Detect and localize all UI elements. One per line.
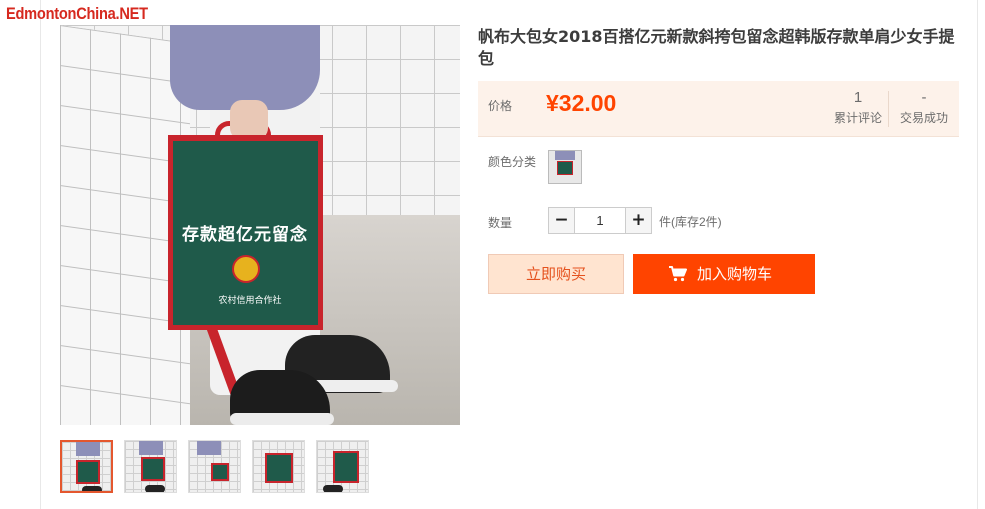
thumbnail-2[interactable] [124, 440, 177, 493]
image-bag-print: 存款超亿元留念 [182, 225, 308, 245]
product-title: 帆布大包女2018百搭亿元新款斜挎包留念超韩版存款单肩少女手提包 [478, 27, 955, 68]
add-to-cart-label: 加入购物车 [697, 265, 773, 283]
thumbnail-strip [60, 440, 369, 493]
stat-divider [888, 91, 889, 127]
review-count: 1 [853, 89, 863, 106]
sales-count-label: 交易成功 [899, 111, 948, 125]
swatch-top [555, 151, 575, 160]
thumbnail-5[interactable] [316, 440, 369, 493]
thumbnail-3[interactable] [188, 440, 241, 493]
site-logo[interactable]: EdmontonChina.NET [6, 4, 148, 24]
thumbnail-shoe [145, 485, 165, 492]
quantity-increase-button[interactable]: + [625, 207, 652, 234]
main-product-image[interactable]: 存款超亿元留念 农村信用合作社 [60, 25, 460, 425]
thumbnail-top [139, 441, 163, 455]
image-hand [230, 100, 268, 140]
thumbnail-1[interactable] [60, 440, 113, 493]
quantity-decrease-button[interactable]: − [548, 207, 575, 234]
buy-now-button[interactable]: 立即购买 [488, 254, 624, 294]
review-count-stat[interactable]: 1 累计评论 [828, 89, 888, 126]
image-bag-seal [232, 255, 260, 283]
thumbnail-bag [211, 463, 229, 481]
thumbnail-top [197, 441, 221, 455]
price-label: 价格 [488, 99, 513, 113]
thumbnail-4[interactable] [252, 440, 305, 493]
price-panel: 价格 ¥32.00 1 累计评论 - 交易成功 [478, 81, 959, 137]
price-value: ¥32.00 [546, 90, 617, 116]
quantity-stepper: − 1 + [548, 207, 652, 234]
color-option-swatch[interactable] [548, 150, 582, 184]
thumbnail-bag [76, 460, 100, 484]
thumbnail-bag [141, 457, 165, 481]
product-page: EdmontonChina.NET 存款超亿元留念 农村信用合作社 帆布大包女2… [0, 0, 985, 509]
thumbnail-bag [333, 451, 359, 483]
image-sleeve [170, 25, 320, 110]
review-count-label: 累计评论 [833, 111, 882, 125]
quantity-input[interactable]: 1 [575, 207, 625, 234]
sales-count-stat: - 交易成功 [892, 89, 956, 126]
image-shoe-left-sole [230, 413, 334, 425]
stock-text: 件(库存2件) [659, 215, 722, 229]
image-bag-subprint: 农村信用合作社 [218, 295, 282, 305]
quantity-label: 数量 [488, 216, 513, 230]
thumbnail-bag [265, 453, 293, 483]
sales-count: - [921, 89, 927, 106]
add-to-cart-button[interactable]: 加入购物车 [633, 254, 815, 294]
thumbnail-shoe [323, 485, 343, 492]
shopping-cart-icon [669, 266, 687, 282]
color-label: 颜色分类 [488, 155, 537, 169]
thumbnail-shoe [82, 486, 102, 491]
swatch-bag [557, 161, 573, 175]
thumbnail-top [76, 442, 100, 456]
